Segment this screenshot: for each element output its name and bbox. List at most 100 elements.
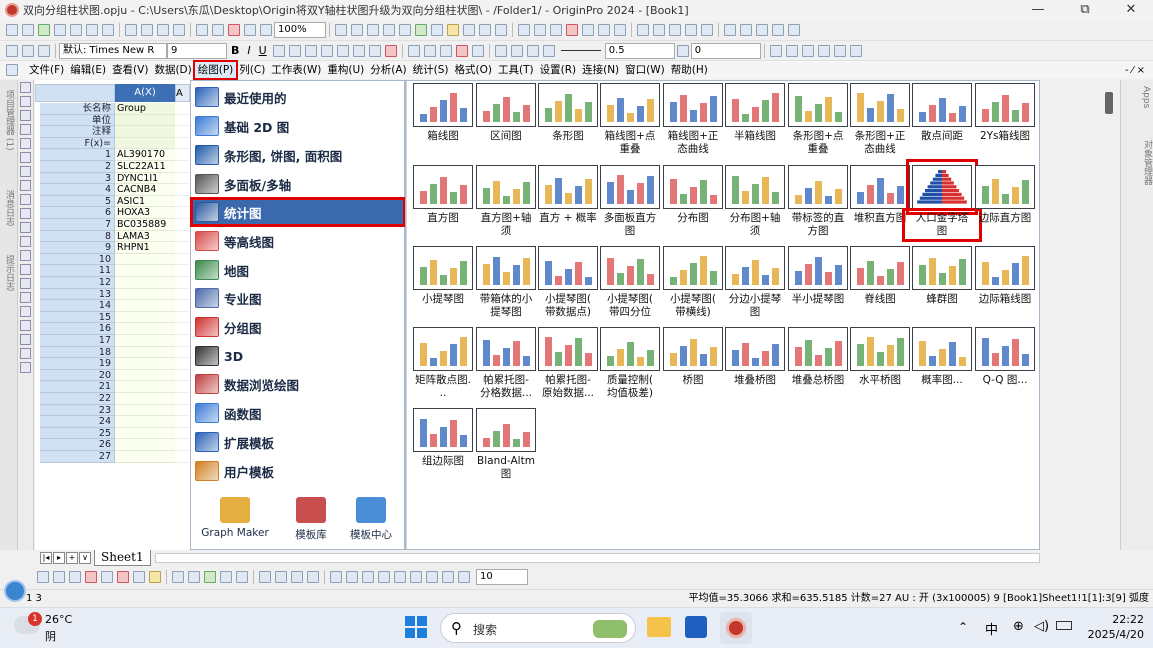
cell-a[interactable] <box>115 277 175 289</box>
graph-tile-r4-c8[interactable] <box>850 327 910 371</box>
row-number[interactable]: 11 <box>40 265 115 277</box>
row-number[interactable]: 23 <box>40 404 115 417</box>
row-number[interactable]: 21 <box>40 381 115 393</box>
font-size-combo[interactable]: 9 <box>167 42 227 59</box>
sheet-list-button[interactable]: ∨ <box>79 552 91 564</box>
cell-b[interactable] <box>175 207 190 219</box>
clock-time[interactable]: 22:22 <box>1096 613 1144 626</box>
menu-format[interactable]: 格式(O) <box>452 62 495 78</box>
column-b-header[interactable]: A <box>175 84 190 102</box>
graph-tile-r1-c9[interactable] <box>912 83 972 127</box>
category-data-explore[interactable]: 数据浏览绘图 <box>192 371 404 397</box>
graph-tile-r2-c7[interactable] <box>788 165 848 209</box>
refresh-icon[interactable] <box>260 24 272 36</box>
mdi-controls[interactable]: - ⁄ × <box>1125 65 1145 76</box>
font-shrink-icon[interactable] <box>336 44 349 57</box>
insert-table-icon[interactable] <box>20 320 31 331</box>
cell-a[interactable] <box>115 427 175 440</box>
row-number[interactable]: 6 <box>40 207 115 219</box>
code-builder-icon[interactable] <box>415 24 427 36</box>
move-first-icon[interactable] <box>756 24 768 36</box>
cell-b[interactable] <box>175 265 190 277</box>
graph-tile-r3-c6[interactable] <box>725 246 785 290</box>
plot-ternary-icon[interactable] <box>362 571 374 583</box>
results-log-icon[interactable] <box>383 24 395 36</box>
bold-button[interactable]: B <box>231 44 239 57</box>
redo-icon[interactable] <box>38 44 50 57</box>
cell-b[interactable] <box>175 358 190 370</box>
data-reader-icon[interactable] <box>20 152 31 163</box>
table-row[interactable]: 4 CACNB4 <box>40 184 190 196</box>
graph-tile-r1-c6[interactable] <box>725 83 785 127</box>
frame-icon[interactable] <box>817 44 830 57</box>
align-icon[interactable] <box>352 44 365 57</box>
network-icon[interactable]: ⊕ <box>1013 619 1024 634</box>
hint-log-tab[interactable]: 提示日志 <box>3 255 16 291</box>
pointer-icon[interactable] <box>20 82 31 93</box>
meta-row-b[interactable] <box>175 137 190 150</box>
table-row[interactable]: 17 <box>40 335 190 347</box>
file-explorer-icon[interactable] <box>647 617 671 637</box>
plot-column-icon[interactable] <box>85 571 97 583</box>
graph-tile-r1-c8[interactable] <box>850 83 910 127</box>
meta-row-b[interactable] <box>175 114 190 127</box>
table-row[interactable]: 15 <box>40 311 190 324</box>
cell-b[interactable] <box>175 381 190 393</box>
print-icon[interactable] <box>335 24 347 36</box>
graph-tile-r2-c4[interactable] <box>600 165 660 209</box>
cell-a[interactable]: ASIC1 <box>115 195 175 208</box>
graph-tile-r1-c7[interactable] <box>788 83 848 127</box>
template-library-button[interactable]: 模板库 <box>281 497 341 542</box>
table-row[interactable]: 10 <box>40 253 190 266</box>
table-row[interactable]: 18 <box>40 346 190 359</box>
weather-temp[interactable]: 26°C <box>45 613 72 626</box>
wrap-icon[interactable] <box>423 44 436 57</box>
table-row[interactable]: 9 RHPN1 <box>40 242 190 254</box>
graph-panel-scroll-thumb[interactable] <box>1105 92 1113 114</box>
crosshair-icon[interactable] <box>20 124 31 135</box>
cell-a[interactable]: DYNC1I1 <box>115 172 175 185</box>
graph-tile-r4-c7[interactable] <box>788 327 848 371</box>
menu-plot[interactable]: 绘图(P) <box>192 60 239 80</box>
cell-a[interactable] <box>115 311 175 324</box>
menu-statistics[interactable]: 统计(S) <box>410 62 452 78</box>
meta-row-b[interactable] <box>175 103 190 115</box>
graph-tile-r4-c9[interactable] <box>912 327 972 371</box>
rectangle-tool-icon[interactable] <box>20 250 31 261</box>
cell-a[interactable] <box>115 369 175 382</box>
meta-row[interactable]: F(x)= <box>40 137 190 150</box>
pattern-icon[interactable] <box>769 44 782 57</box>
annotate-icon[interactable] <box>20 348 31 359</box>
graph-tile-r2-c1[interactable] <box>413 165 473 209</box>
object-manager-tab[interactable]: 对象管理器 <box>1141 140 1153 185</box>
plot-line-icon[interactable] <box>37 571 49 583</box>
picture-icon[interactable] <box>20 362 31 373</box>
plot-ribbon-icon[interactable] <box>426 571 438 583</box>
line-tool-icon[interactable] <box>20 236 31 247</box>
plot-3d-icon[interactable] <box>188 571 200 583</box>
row-number[interactable]: 17 <box>40 335 115 347</box>
curve-arrow-icon[interactable] <box>20 222 31 233</box>
border-icon[interactable] <box>368 44 381 57</box>
apps-icon[interactable] <box>447 24 459 36</box>
new-workbook-icon[interactable] <box>22 24 34 36</box>
add-sheet-button[interactable]: + <box>66 552 78 564</box>
save-icon[interactable] <box>157 24 169 36</box>
menu-help[interactable]: 帮助(H) <box>668 62 711 78</box>
table-row[interactable]: 24 <box>40 416 190 428</box>
plot-group-icon[interactable] <box>307 571 319 583</box>
close-button[interactable]: ✕ <box>1108 0 1153 20</box>
save-template-icon[interactable] <box>173 24 185 36</box>
edit-icon[interactable] <box>6 44 18 57</box>
table-row[interactable]: 11 <box>40 265 190 277</box>
subscript-icon[interactable] <box>288 44 301 57</box>
menu-edit[interactable]: 编辑(E) <box>67 62 109 78</box>
plot-area-icon[interactable] <box>133 571 145 583</box>
cell-a[interactable] <box>115 358 175 370</box>
insert-equation-icon[interactable] <box>20 334 31 345</box>
graph-tile-r1-c5[interactable] <box>663 83 723 127</box>
graph-tile-r3-c3[interactable] <box>538 246 598 290</box>
cell-a[interactable] <box>115 346 175 359</box>
cell-a[interactable] <box>115 288 175 301</box>
line-color-icon[interactable] <box>510 44 523 57</box>
